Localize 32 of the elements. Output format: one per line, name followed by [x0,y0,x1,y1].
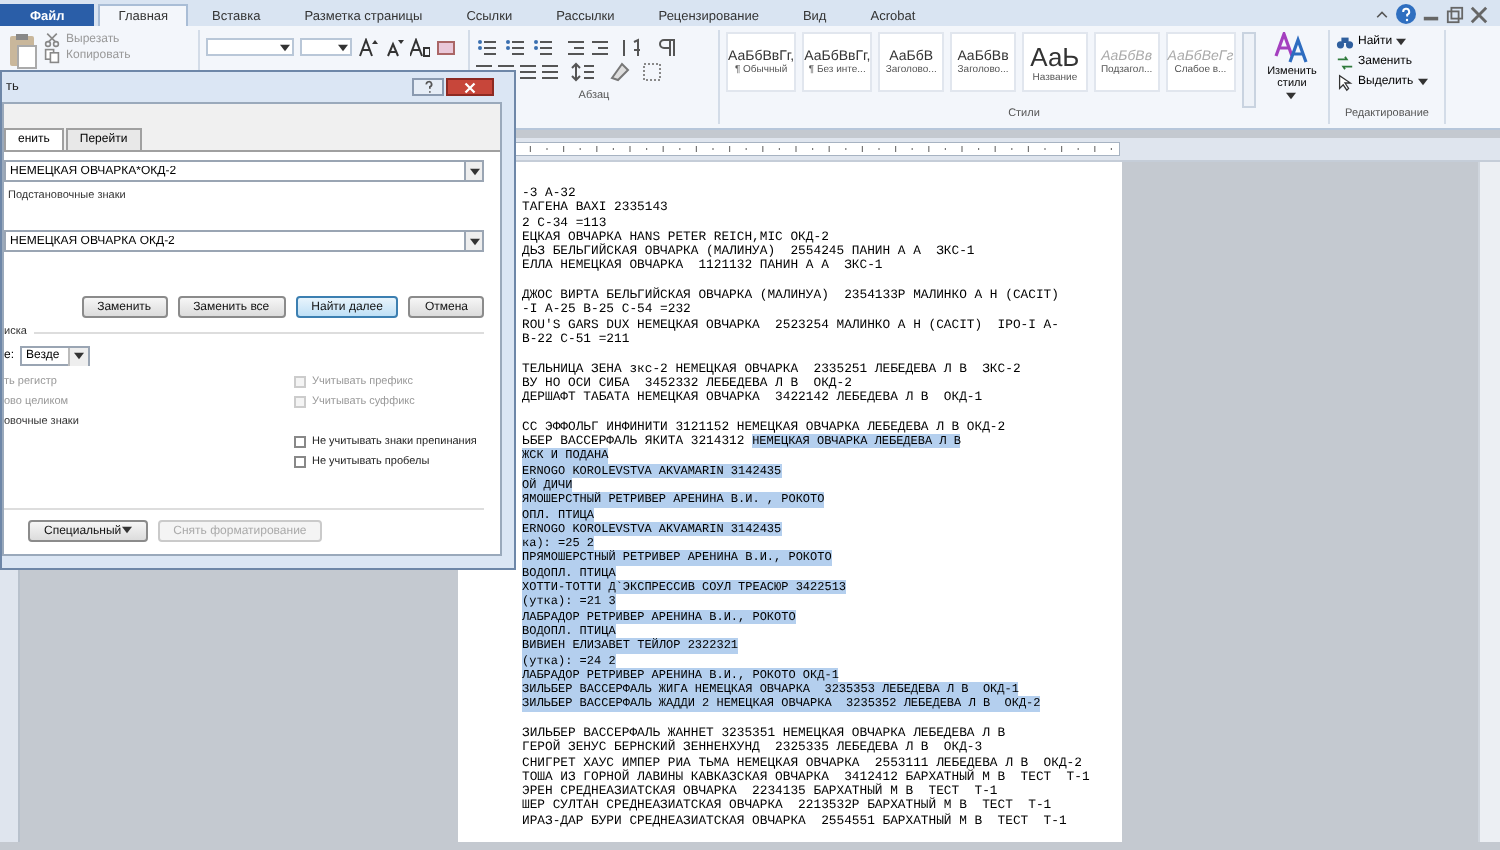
font-name-field[interactable] [206,38,294,56]
replace-icon [1336,53,1354,71]
copy-icon [44,48,60,64]
caret-icon [469,167,479,175]
styles-letters-icon [1274,32,1309,64]
help-button[interactable] [412,78,444,96]
vertical-scrollbar[interactable] [1478,162,1500,842]
binoculars-icon [1336,33,1354,51]
help-icon [421,80,435,94]
font-size-field[interactable] [300,38,352,56]
shrink-font-icon [384,38,404,58]
close-button[interactable] [446,78,494,96]
dropdown-button[interactable] [464,230,484,252]
grow-font-icon [358,38,378,58]
caret-icon [1417,78,1428,86]
caret-icon [338,43,348,51]
caret-icon [1286,92,1297,100]
caret-icon [280,43,290,51]
close-icon [1470,5,1488,23]
dropdown-button[interactable] [464,160,484,182]
change-case-icon [410,38,430,58]
caret-icon [1396,38,1407,46]
caret-icon [74,352,85,360]
caret-icon [469,237,479,245]
close-icon [464,81,476,93]
scissors-icon [44,32,60,48]
caret-icon [121,525,132,533]
restore-icon [1446,5,1464,23]
collapse-ribbon-icon [1374,6,1390,22]
paste-icon [6,32,38,70]
pointer-icon [1336,73,1354,91]
clear-format-icon [436,38,456,58]
